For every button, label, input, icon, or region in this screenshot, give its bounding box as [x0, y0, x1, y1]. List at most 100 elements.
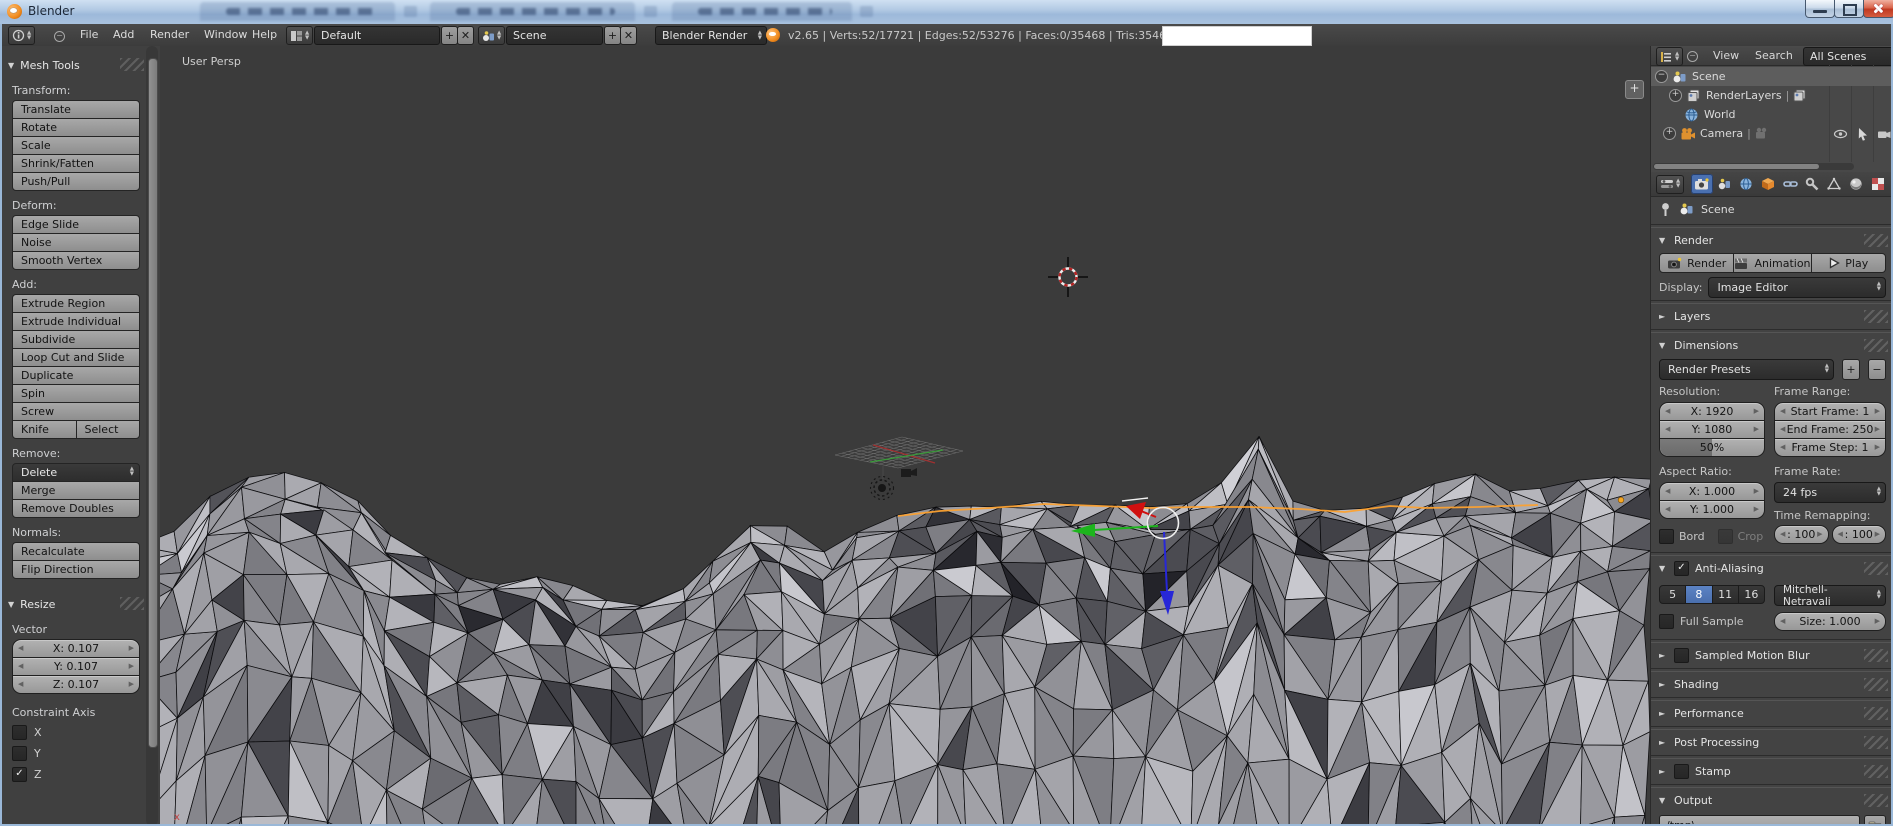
outliner-item-world[interactable]: World: [1651, 105, 1893, 124]
aa-samples-8[interactable]: 8: [1685, 585, 1712, 604]
menu-add[interactable]: Add: [113, 28, 134, 41]
aa-samples-16[interactable]: 16: [1738, 585, 1765, 604]
resize-vector-field-z[interactable]: ◀Z: 0.107▶: [12, 675, 140, 694]
camera-object[interactable]: [901, 468, 917, 477]
crop-checkbox[interactable]: [1718, 529, 1733, 544]
resolution-x-field[interactable]: ◀X: 1920▶: [1659, 402, 1765, 421]
panel-drag-widget[interactable]: [1864, 234, 1888, 247]
cursor-arrow-icon[interactable]: [1856, 127, 1869, 141]
scene-name-field[interactable]: Scene: [506, 26, 603, 45]
layout-name-field[interactable]: Default: [314, 26, 440, 45]
tool-button-screw[interactable]: Screw: [12, 402, 140, 421]
panel-drag-widget[interactable]: [1864, 794, 1888, 807]
display-filter-dropdown[interactable]: All Scenes: [1803, 47, 1893, 66]
panel-drag-widget[interactable]: [1864, 562, 1888, 575]
frame-rate-dropdown[interactable]: 24 fps ▲▼: [1774, 482, 1886, 503]
editor-type-selector[interactable]: ▲▼: [8, 26, 35, 45]
dimensions-panel-header[interactable]: ▼ Dimensions: [1659, 335, 1886, 356]
tool-button-flip-direction[interactable]: Flip Direction: [12, 560, 140, 579]
tool-button-remove-doubles[interactable]: Remove Doubles: [12, 499, 140, 518]
scrollbar-thumb[interactable]: [148, 58, 158, 748]
expand-icon[interactable]: +: [1663, 127, 1676, 140]
start-frame-field[interactable]: ◀Start Frame: 1▶: [1774, 402, 1886, 421]
scrollbar-thumb[interactable]: [1654, 164, 1819, 169]
display-dropdown[interactable]: Image Editor ▲▼: [1708, 277, 1886, 298]
antialiasing-panel-header[interactable]: ▼ ✓ Anti-Aliasing: [1659, 558, 1886, 579]
expand-icon[interactable]: +: [1669, 89, 1682, 102]
frame-step-field[interactable]: ◀Frame Step: 1▶: [1774, 438, 1886, 457]
panel-drag-widget[interactable]: [1864, 765, 1888, 778]
axis-checkbox-y[interactable]: [12, 746, 27, 761]
add-layout-button[interactable]: +: [441, 26, 458, 45]
tool-button-loop-cut-and-slide[interactable]: Loop Cut and Slide: [12, 348, 140, 367]
axis-checkbox-z[interactable]: ✓: [12, 767, 27, 782]
outliner-item-renderlayers[interactable]: + RenderLayers |: [1651, 86, 1893, 105]
tool-button-translate[interactable]: Translate: [12, 100, 140, 119]
motion-blur-checkbox[interactable]: [1674, 648, 1689, 663]
post-processing-panel-header[interactable]: ► Post Processing: [1659, 732, 1886, 753]
properties-tab-render[interactable]: [1691, 174, 1713, 194]
panel-drag-widget[interactable]: [1864, 736, 1888, 749]
outliner-hscrollbar[interactable]: [1653, 163, 1854, 170]
render-button[interactable]: Render: [1659, 253, 1734, 273]
viewport-3d[interactable]: User Persp x +: [160, 46, 1650, 826]
mesh-tools-panel-header[interactable]: ▼ Mesh Tools: [0, 54, 146, 76]
delete-dropdown[interactable]: Delete▲▼: [12, 463, 140, 482]
panel-drag-widget[interactable]: [1864, 707, 1888, 720]
menu-file[interactable]: File: [80, 28, 98, 41]
remap-old-field[interactable]: ◀: 100▶: [1774, 525, 1829, 544]
active-edge[interactable]: [1122, 498, 1148, 501]
aa-filter-dropdown[interactable]: Mitchell-Netravali ▲▼: [1774, 585, 1886, 606]
add-preset-button[interactable]: +: [1842, 359, 1860, 380]
lamp-object[interactable]: [871, 466, 894, 500]
tool-button-duplicate[interactable]: Duplicate: [12, 366, 140, 385]
pin-icon[interactable]: [1659, 202, 1672, 217]
header-overlay-field[interactable]: [1162, 26, 1312, 46]
tool-button-subdivide[interactable]: Subdivide: [12, 330, 140, 349]
outliner-item-camera[interactable]: + Camera |: [1651, 124, 1893, 143]
resize-vector-field-y[interactable]: ◀Y: 0.107▶: [12, 657, 140, 676]
animation-button[interactable]: Animation: [1733, 253, 1811, 273]
properties-tab-object[interactable]: [1757, 174, 1779, 194]
region-expand-button[interactable]: +: [1625, 80, 1644, 99]
layers-panel-header[interactable]: ► Layers: [1659, 306, 1886, 327]
tool-button-edge-slide[interactable]: Edge Slide: [12, 215, 140, 234]
axis-checkbox-x[interactable]: [12, 725, 27, 740]
motion-blur-panel-header[interactable]: ► Sampled Motion Blur: [1659, 645, 1886, 666]
panel-drag-widget[interactable]: [120, 597, 144, 610]
maximize-button[interactable]: [1834, 0, 1864, 18]
end-frame-field[interactable]: ◀End Frame: 250▶: [1774, 420, 1886, 439]
panel-drag-widget[interactable]: [1864, 649, 1888, 662]
tool-button-push-pull[interactable]: Push/Pull: [12, 172, 140, 191]
minimize-button[interactable]: [1805, 0, 1835, 18]
properties-tab-data[interactable]: [1823, 174, 1845, 194]
performance-panel-header[interactable]: ► Performance: [1659, 703, 1886, 724]
terrain-mesh[interactable]: [160, 436, 1650, 826]
close-button[interactable]: [1863, 0, 1893, 18]
properties-tab-constraints[interactable]: [1779, 174, 1801, 194]
resize-vector-field-x[interactable]: ◀X: 0.107▶: [12, 639, 140, 658]
editor-type-selector[interactable]: ▲▼: [1656, 175, 1684, 194]
editor-type-selector[interactable]: ▲▼: [1656, 47, 1683, 66]
collapse-menus-toggle[interactable]: −: [54, 31, 65, 42]
add-scene-button[interactable]: +: [604, 26, 621, 45]
delete-scene-button[interactable]: ✕: [620, 26, 637, 45]
collapse-icon[interactable]: −: [1655, 70, 1668, 83]
aa-samples-5[interactable]: 5: [1659, 585, 1686, 604]
remap-new-field[interactable]: ◀: 100▶: [1832, 525, 1887, 544]
stamp-checkbox[interactable]: [1674, 764, 1689, 779]
stamp-panel-header[interactable]: ► Stamp: [1659, 761, 1886, 782]
border-checkbox[interactable]: [1659, 529, 1674, 544]
menu-window[interactable]: Window: [204, 28, 247, 41]
object-origin-dot[interactable]: [1618, 497, 1624, 503]
render-restrict-icon[interactable]: [1877, 128, 1892, 140]
panel-drag-widget[interactable]: [1864, 310, 1888, 323]
antialiasing-checkbox[interactable]: ✓: [1674, 561, 1689, 576]
aa-samples-11[interactable]: 11: [1712, 585, 1739, 604]
play-button[interactable]: Play: [1811, 253, 1886, 273]
tool-shelf-scrollbar[interactable]: [146, 46, 158, 826]
tool-button-knife[interactable]: Knife: [12, 420, 77, 439]
aspect-y-field[interactable]: ◀Y: 1.000▶: [1659, 500, 1765, 519]
tool-button-noise[interactable]: Noise: [12, 233, 140, 252]
tool-button-smooth-vertex[interactable]: Smooth Vertex: [12, 251, 140, 270]
